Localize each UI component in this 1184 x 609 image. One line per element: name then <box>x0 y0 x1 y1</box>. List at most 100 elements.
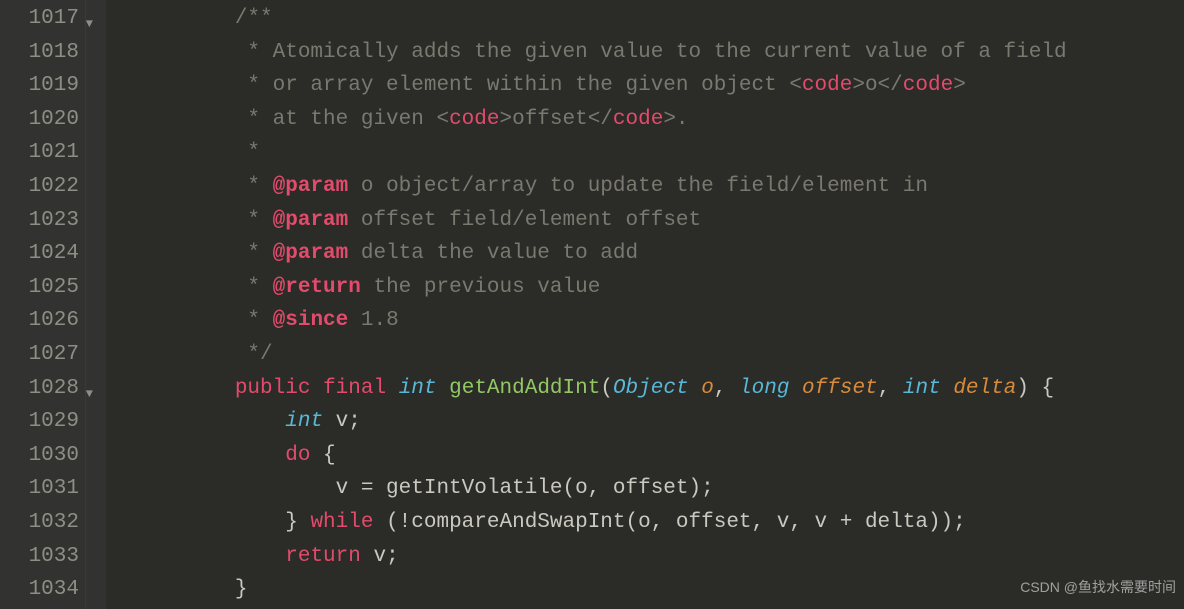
code-token: /** <box>235 7 273 30</box>
code-line[interactable]: do { <box>134 439 1184 473</box>
code-line[interactable]: public final int getAndAddInt(Object o, … <box>134 372 1184 406</box>
code-editor: 1017101810191020102110221023102410251026… <box>0 0 1184 609</box>
code-token: o <box>701 377 714 400</box>
code-token: delta the value to add <box>348 242 638 265</box>
code-token: >. <box>663 108 688 131</box>
line-number[interactable]: 1027 <box>0 338 79 372</box>
code-token: int <box>903 377 941 400</box>
code-token: int <box>285 410 323 433</box>
code-token: v; <box>361 545 399 568</box>
code-token: code <box>802 74 852 97</box>
code-token <box>310 377 323 400</box>
code-token: < <box>436 108 449 131</box>
code-line[interactable]: */ <box>134 338 1184 372</box>
code-line[interactable]: * at the given <code>offset</code>. <box>134 103 1184 137</box>
line-number[interactable]: 1034 <box>0 573 79 607</box>
line-number[interactable]: 1018 <box>0 36 79 70</box>
code-area[interactable]: /** * Atomically adds the given value to… <box>106 0 1184 609</box>
code-token: while <box>310 511 373 534</box>
code-token: * <box>247 141 260 164</box>
line-number[interactable]: 1023 <box>0 204 79 238</box>
code-token: , <box>714 377 739 400</box>
code-token: } <box>235 578 248 601</box>
code-token: < <box>789 74 802 97</box>
code-line[interactable]: * @return the previous value <box>134 271 1184 305</box>
code-line[interactable]: /** <box>134 2 1184 36</box>
line-number[interactable]: 1028 <box>0 372 79 406</box>
line-number[interactable]: 1031 <box>0 472 79 506</box>
code-token: * at the given <box>247 108 436 131</box>
code-line[interactable]: return v; <box>134 540 1184 574</box>
code-line[interactable]: } while (!compareAndSwapInt(o, offset, v… <box>134 506 1184 540</box>
code-token: (!compareAndSwapInt(o, offset, v, v + de… <box>373 511 965 534</box>
code-token: the previous value <box>361 276 600 299</box>
code-token: * or array element within the given obje… <box>247 74 789 97</box>
code-token: * <box>247 242 272 265</box>
code-line[interactable]: int v; <box>134 405 1184 439</box>
code-token: public <box>235 377 311 400</box>
code-token: @param <box>273 209 349 232</box>
code-token: * <box>247 309 272 332</box>
code-token: >o</ <box>852 74 902 97</box>
line-number[interactable]: 1019 <box>0 69 79 103</box>
code-token: Object <box>613 377 689 400</box>
code-token: * <box>247 276 272 299</box>
line-number[interactable]: 1024 <box>0 237 79 271</box>
code-token: 1.8 <box>348 309 398 332</box>
code-line[interactable]: * @since 1.8 <box>134 304 1184 338</box>
line-number[interactable]: 1022 <box>0 170 79 204</box>
line-number[interactable]: 1020 <box>0 103 79 137</box>
line-number[interactable]: 1026 <box>0 304 79 338</box>
line-number[interactable]: 1029 <box>0 405 79 439</box>
code-token: ) { <box>1016 377 1054 400</box>
code-token: * <box>247 175 272 198</box>
code-token <box>689 377 702 400</box>
code-line[interactable]: * <box>134 136 1184 170</box>
code-token: o object/array to update the field/eleme… <box>348 175 928 198</box>
code-token: @return <box>273 276 361 299</box>
line-number[interactable]: 1017 <box>0 2 79 36</box>
code-token: offset <box>802 377 878 400</box>
code-token: , <box>878 377 903 400</box>
code-token: do <box>285 444 310 467</box>
code-token: offset field/element offset <box>348 209 701 232</box>
code-token: ( <box>600 377 613 400</box>
code-token <box>437 377 450 400</box>
code-token: v = getIntVolatile(o, offset); <box>336 477 714 500</box>
code-token: * Atomically adds the given value to the… <box>247 41 1066 64</box>
code-token: } <box>285 511 310 534</box>
code-token: { <box>310 444 335 467</box>
code-line[interactable]: * or array element within the given obje… <box>134 69 1184 103</box>
code-line[interactable]: v = getIntVolatile(o, offset); <box>134 472 1184 506</box>
code-token <box>789 377 802 400</box>
line-number[interactable]: 1025 <box>0 271 79 305</box>
code-line[interactable]: * @param delta the value to add <box>134 237 1184 271</box>
code-line[interactable]: * @param offset field/element offset <box>134 204 1184 238</box>
line-number[interactable]: 1030 <box>0 439 79 473</box>
line-number[interactable]: 1032 <box>0 506 79 540</box>
code-token: delta <box>953 377 1016 400</box>
code-token: > <box>953 74 966 97</box>
line-number[interactable]: 1033 <box>0 540 79 574</box>
code-token: >offset</ <box>499 108 612 131</box>
code-token <box>386 377 399 400</box>
code-token: @since <box>273 309 349 332</box>
code-line[interactable]: } <box>134 573 1184 607</box>
code-token: long <box>739 377 789 400</box>
code-token: @param <box>273 242 349 265</box>
code-token: @param <box>273 175 349 198</box>
code-token: code <box>449 108 499 131</box>
code-line[interactable]: * @param o object/array to update the fi… <box>134 170 1184 204</box>
fold-column[interactable] <box>86 0 106 609</box>
code-token: v; <box>323 410 361 433</box>
line-number[interactable]: 1021 <box>0 136 79 170</box>
code-token: code <box>613 108 663 131</box>
code-token: * <box>247 209 272 232</box>
code-line[interactable]: * Atomically adds the given value to the… <box>134 36 1184 70</box>
code-token: int <box>399 377 437 400</box>
code-token: getAndAddInt <box>449 377 600 400</box>
line-number-gutter[interactable]: 1017101810191020102110221023102410251026… <box>0 0 86 609</box>
code-token: final <box>323 377 386 400</box>
code-token: return <box>285 545 361 568</box>
code-token <box>941 377 954 400</box>
